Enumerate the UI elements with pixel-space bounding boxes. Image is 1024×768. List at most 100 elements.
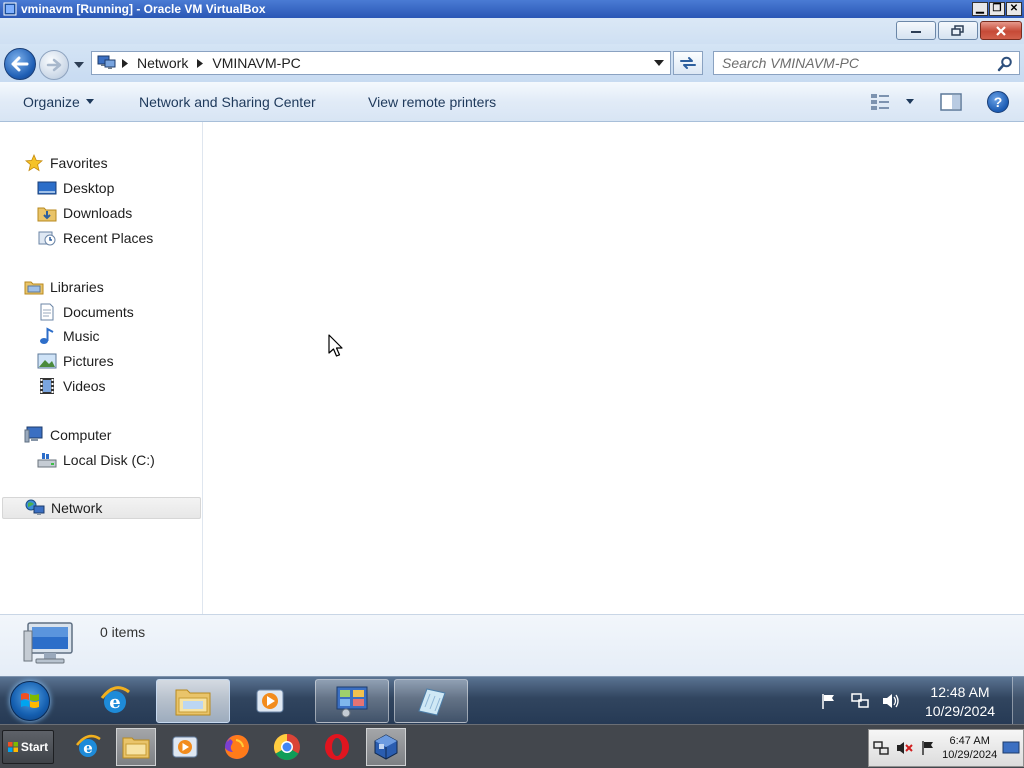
organize-menu[interactable]: Organize	[19, 87, 98, 117]
start-orb-button[interactable]	[10, 681, 50, 721]
taskbar-media-player[interactable]	[233, 679, 307, 723]
search-box[interactable]	[713, 51, 1020, 75]
details-view-icon	[871, 93, 889, 110]
refresh-icon	[680, 57, 696, 69]
close-button[interactable]	[980, 21, 1022, 40]
internet-explorer-icon: e	[76, 734, 101, 757]
nav-item-label: Downloads	[63, 205, 133, 221]
host-app-file-explorer[interactable]	[116, 728, 156, 766]
computer-node[interactable]: Computer	[24, 424, 111, 446]
documents-icon	[37, 303, 57, 321]
explorer-window: Network VMINAVM-PC Organize Network and …	[0, 18, 1024, 676]
nav-item-music[interactable]: Music	[37, 325, 100, 347]
opera-icon	[325, 734, 349, 760]
host-restore-button[interactable]: ❐	[989, 2, 1005, 16]
search-icon[interactable]	[997, 56, 1013, 72]
change-view-button[interactable]	[866, 87, 918, 117]
host-app-chrome[interactable]	[267, 728, 307, 766]
host-app-firefox[interactable]	[217, 728, 257, 766]
network-node[interactable]: Network	[2, 497, 201, 519]
network-sharing-center-button[interactable]: Network and Sharing Center	[135, 87, 320, 117]
taskbar-notepad[interactable]	[394, 679, 468, 723]
nav-item-pictures[interactable]: Pictures	[37, 350, 114, 372]
recent-places-icon	[37, 229, 57, 247]
libraries-icon	[24, 278, 44, 296]
action-center-flag-icon[interactable]	[818, 690, 840, 712]
host-app-internet-explorer[interactable]: e	[68, 728, 108, 766]
preview-pane-button[interactable]	[936, 87, 966, 117]
view-remote-printers-button[interactable]: View remote printers	[364, 87, 500, 117]
volume-icon[interactable]	[880, 690, 902, 712]
windows-logo-icon	[21, 693, 39, 708]
address-dropdown-button[interactable]	[648, 52, 670, 74]
host-taskbar: Start e 6:47 AM 10/29/2024	[0, 724, 1024, 768]
forward-arrow-icon	[46, 58, 62, 72]
guest-clock[interactable]: 12:48 AM 10/29/2024	[910, 683, 1010, 721]
navigation-row: Network VMINAVM-PC	[0, 44, 1024, 82]
breadcrumb-separator-icon[interactable]	[117, 54, 133, 72]
network-status-icon[interactable]	[869, 738, 893, 758]
nav-item-videos[interactable]: Videos	[37, 375, 106, 397]
chevron-down-icon	[74, 62, 84, 68]
network-status-icon[interactable]	[849, 690, 871, 712]
host-app-media-player[interactable]	[165, 728, 205, 766]
host-start-button[interactable]: Start	[2, 730, 54, 764]
breadcrumb-computer[interactable]: VMINAVM-PC	[208, 55, 304, 71]
star-icon	[24, 154, 44, 172]
show-desktop-button[interactable]	[1012, 677, 1024, 725]
favorites-label: Favorites	[50, 155, 108, 171]
file-list-area[interactable]	[204, 122, 1024, 614]
virtualbox-logo-icon	[2, 1, 18, 17]
host-clock[interactable]: 6:47 AM 10/29/2024	[940, 734, 999, 762]
taskbar-control-panel[interactable]	[315, 679, 389, 723]
refresh-button[interactable]	[673, 51, 703, 75]
nav-item-label: Music	[63, 328, 100, 344]
nav-item-label: Local Disk (C:)	[63, 452, 155, 468]
action-center-flag-icon[interactable]	[916, 738, 940, 758]
libraries-node[interactable]: Libraries	[24, 276, 104, 298]
minimize-button[interactable]	[896, 21, 936, 40]
network-computer-icon	[23, 622, 73, 664]
host-start-label: Start	[20, 740, 49, 754]
host-close-button[interactable]: ✕	[1006, 2, 1022, 16]
libraries-label: Libraries	[50, 279, 104, 295]
videos-icon	[37, 377, 57, 395]
host-window-title: vminavm [Running] - Oracle VM VirtualBox	[21, 2, 266, 16]
host-app-opera[interactable]	[317, 728, 357, 766]
folder-icon	[175, 689, 211, 716]
network-icon	[95, 54, 117, 72]
media-player-icon	[256, 689, 284, 713]
details-pane: 0 items	[0, 614, 1024, 676]
nav-item-desktop[interactable]: Desktop	[37, 177, 114, 199]
desktop-icon	[37, 179, 57, 197]
taskbar-internet-explorer[interactable]: e	[78, 679, 152, 723]
help-icon: ?	[987, 90, 1009, 113]
host-app-virtualbox[interactable]	[366, 728, 406, 766]
downloads-folder-icon	[37, 204, 57, 222]
host-minimize-button[interactable]: ▁	[972, 2, 988, 16]
chevron-down-icon	[906, 99, 914, 104]
restore-button[interactable]	[938, 21, 978, 40]
host-show-desktop-icon[interactable]	[999, 738, 1023, 758]
taskbar-windows-explorer[interactable]	[156, 679, 230, 723]
guest-clock-date: 10/29/2024	[924, 703, 996, 719]
help-button[interactable]: ?	[983, 87, 1013, 117]
nav-item-local-disk[interactable]: Local Disk (C:)	[37, 449, 155, 471]
volume-muted-icon[interactable]	[893, 738, 917, 758]
nav-item-recent-places[interactable]: Recent Places	[37, 227, 153, 249]
breadcrumb-network[interactable]: Network	[133, 55, 192, 71]
favorites-node[interactable]: Favorites	[24, 152, 108, 174]
folder-icon	[122, 737, 150, 759]
forward-button[interactable]	[39, 50, 69, 80]
nav-item-documents[interactable]: Documents	[37, 301, 134, 323]
nav-item-label: Desktop	[63, 180, 115, 196]
search-input[interactable]	[722, 53, 992, 73]
guest-notification-area	[818, 677, 902, 725]
pictures-icon	[37, 352, 57, 370]
breadcrumb-separator-icon[interactable]	[192, 54, 208, 72]
address-bar[interactable]: Network VMINAVM-PC	[91, 51, 671, 75]
back-button[interactable]	[4, 48, 36, 80]
nav-item-downloads[interactable]: Downloads	[37, 202, 132, 224]
recent-pages-button[interactable]	[72, 58, 86, 72]
network-sharing-center-label: Network and Sharing Center	[139, 93, 316, 110]
